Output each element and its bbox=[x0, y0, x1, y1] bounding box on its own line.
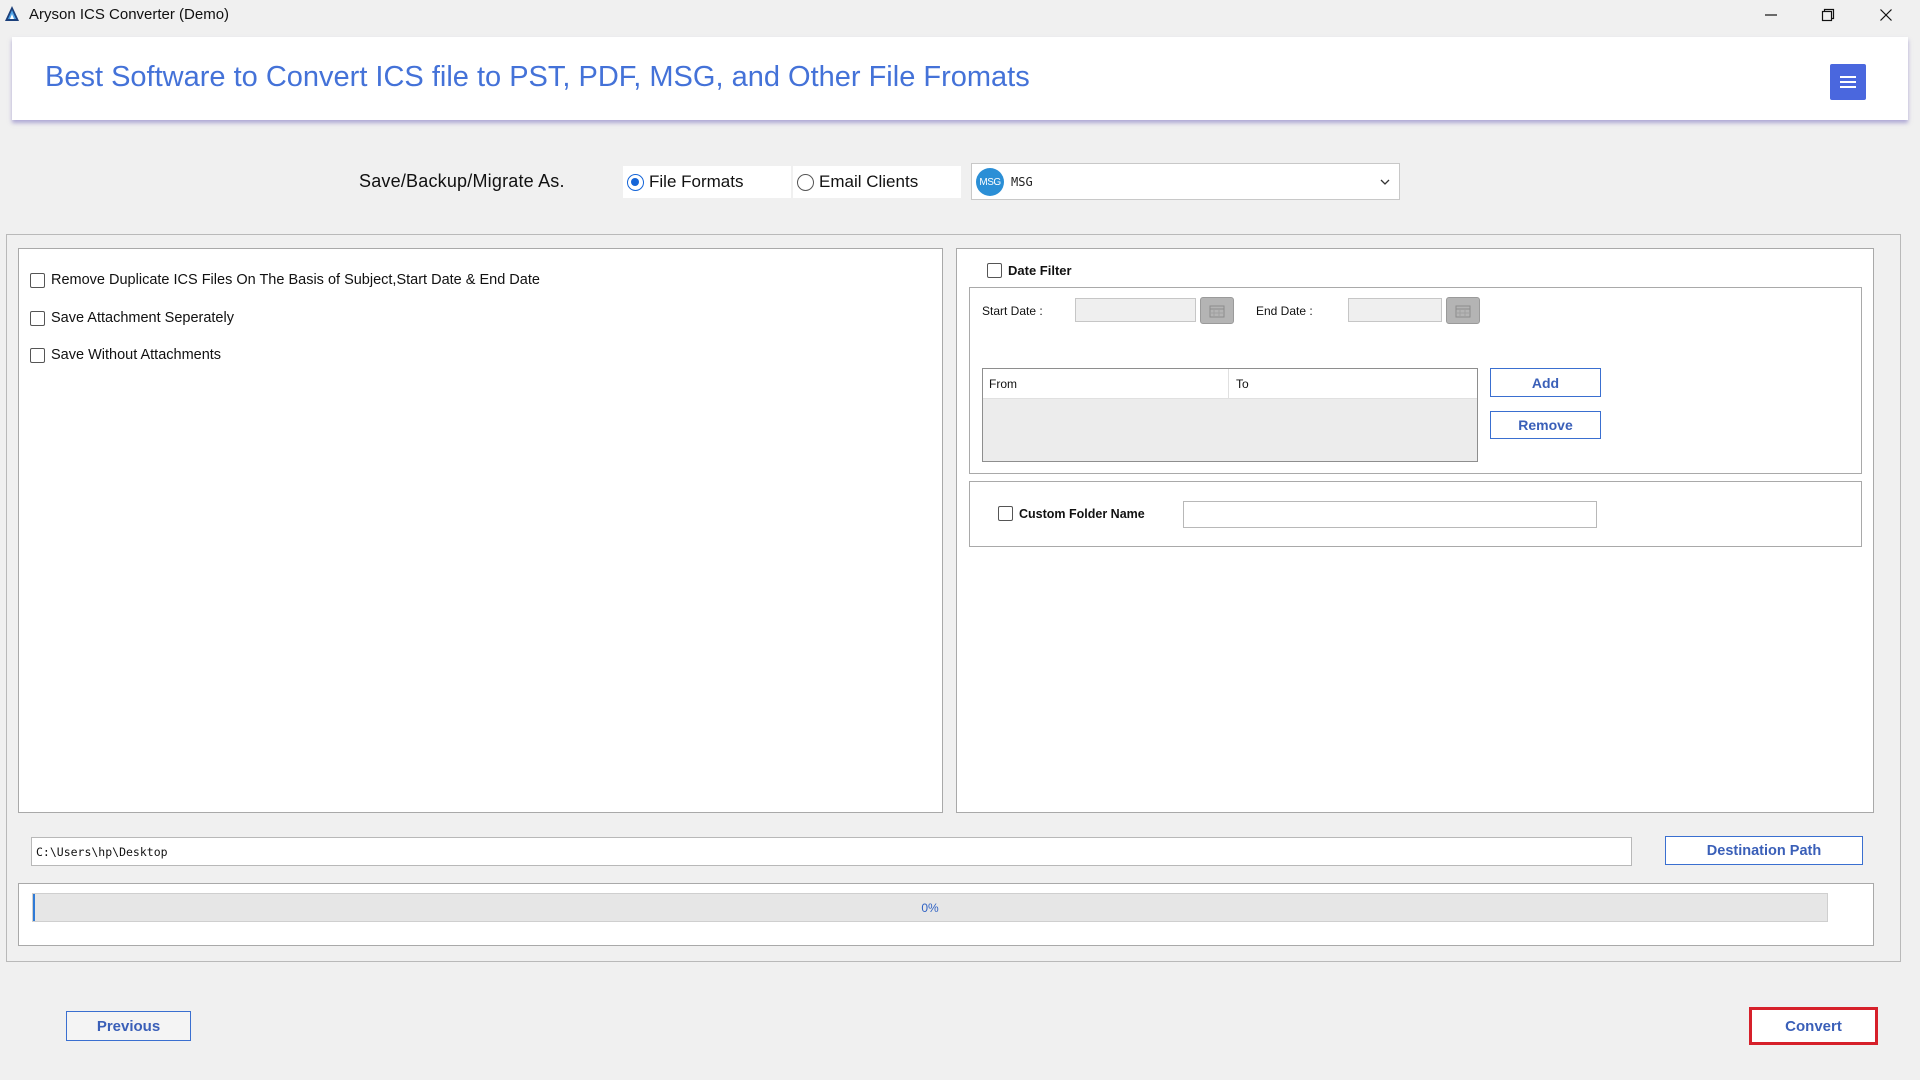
date-range-list-header: From To bbox=[983, 369, 1477, 399]
options-panel bbox=[18, 248, 943, 813]
checkbox-icon bbox=[30, 347, 45, 363]
radio-email-clients-label: Email Clients bbox=[819, 172, 919, 191]
title-bar: Aryson ICS Converter (Demo) bbox=[0, 0, 1920, 29]
checkbox-icon bbox=[998, 506, 1013, 521]
minimize-button[interactable] bbox=[1743, 0, 1799, 29]
add-button[interactable]: Add bbox=[1490, 368, 1601, 397]
close-button[interactable] bbox=[1858, 0, 1914, 29]
format-dropdown[interactable]: MSG MSG bbox=[971, 163, 1400, 200]
progress-group: 0% bbox=[18, 883, 1874, 946]
restore-icon bbox=[1821, 8, 1835, 21]
destination-path-button[interactable]: Destination Path bbox=[1665, 836, 1863, 865]
calendar-icon bbox=[1455, 305, 1471, 317]
date-range-list[interactable]: From To bbox=[982, 368, 1478, 462]
close-icon bbox=[1880, 8, 1892, 21]
save-without-attachments-checkbox[interactable]: Save Without Attachments bbox=[30, 347, 221, 363]
column-header-to[interactable]: To bbox=[1230, 369, 1477, 399]
radio-unselected-icon bbox=[797, 173, 814, 191]
end-date-input[interactable] bbox=[1348, 298, 1442, 322]
save-attachment-separately-checkbox[interactable]: Save Attachment Seperately bbox=[30, 310, 234, 326]
restore-button[interactable] bbox=[1800, 0, 1856, 29]
save-attachment-separately-label: Save Attachment Seperately bbox=[51, 310, 234, 326]
progress-bar: 0% bbox=[32, 893, 1828, 922]
menu-button[interactable] bbox=[1830, 64, 1866, 100]
hamburger-icon bbox=[1840, 76, 1856, 88]
remove-duplicates-checkbox[interactable]: Remove Duplicate ICS Files On The Basis … bbox=[30, 272, 540, 288]
destination-path-input[interactable]: C:\Users\hp\Desktop bbox=[31, 837, 1632, 866]
radio-selected-icon bbox=[627, 173, 644, 191]
end-date-label: End Date : bbox=[1256, 304, 1313, 318]
start-date-picker-button[interactable] bbox=[1200, 297, 1234, 324]
start-date-label: Start Date : bbox=[982, 304, 1043, 318]
radio-file-formats-label: File Formats bbox=[649, 172, 744, 191]
calendar-icon bbox=[1209, 305, 1225, 317]
header-banner: Best Software to Convert ICS file to PST… bbox=[12, 37, 1908, 120]
custom-folder-label: Custom Folder Name bbox=[1019, 506, 1145, 521]
progress-text: 0% bbox=[921, 900, 939, 915]
radio-email-clients[interactable]: Email Clients bbox=[793, 166, 961, 198]
end-date-picker-button[interactable] bbox=[1446, 297, 1480, 324]
save-as-label: Save/Backup/Migrate As. bbox=[359, 171, 565, 191]
column-header-from[interactable]: From bbox=[983, 369, 1229, 399]
custom-folder-input[interactable] bbox=[1183, 501, 1597, 528]
page-heading: Best Software to Convert ICS file to PST… bbox=[45, 61, 1030, 93]
app-logo-icon bbox=[5, 6, 19, 21]
date-filter-label: Date Filter bbox=[1008, 263, 1072, 278]
checkbox-icon bbox=[987, 263, 1002, 278]
radio-file-formats[interactable]: File Formats bbox=[623, 166, 791, 198]
date-filter-checkbox[interactable]: Date Filter bbox=[987, 263, 1072, 278]
msg-format-icon: MSG bbox=[976, 168, 1004, 196]
start-date-input[interactable] bbox=[1075, 298, 1196, 322]
save-without-attachments-label: Save Without Attachments bbox=[51, 347, 222, 363]
checkbox-icon bbox=[30, 310, 45, 326]
convert-button[interactable]: Convert bbox=[1754, 1012, 1873, 1040]
checkbox-icon bbox=[30, 272, 45, 288]
custom-folder-checkbox[interactable]: Custom Folder Name bbox=[998, 506, 1145, 521]
minimize-icon bbox=[1765, 13, 1777, 16]
previous-button[interactable]: Previous bbox=[66, 1011, 191, 1041]
chevron-down-icon bbox=[1380, 179, 1390, 185]
format-dropdown-value: MSG bbox=[1011, 175, 1033, 189]
remove-button[interactable]: Remove bbox=[1490, 411, 1601, 439]
window-title: Aryson ICS Converter (Demo) bbox=[29, 6, 230, 23]
remove-duplicates-label: Remove Duplicate ICS Files On The Basis … bbox=[51, 272, 540, 288]
